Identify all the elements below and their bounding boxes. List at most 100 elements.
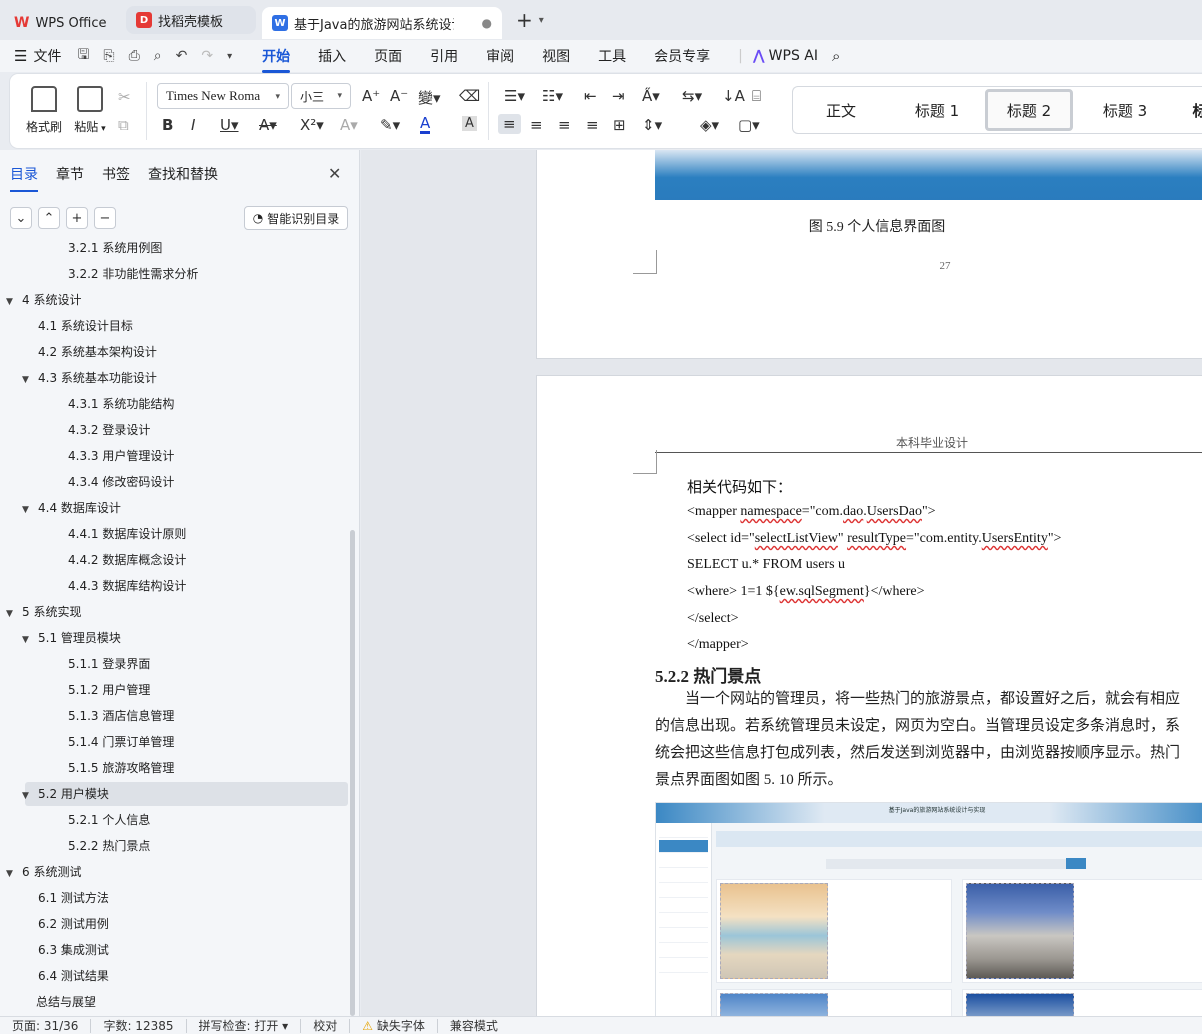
underline-icon[interactable]: U▾ <box>220 116 239 134</box>
toc-item[interactable]: ▼ 6 系统测试 <box>6 860 81 884</box>
tab-close-icon[interactable]: ● <box>482 16 492 30</box>
clear-format-icon[interactable]: ⌫ <box>459 87 480 105</box>
superscript-icon[interactable]: X²▾ <box>300 116 324 134</box>
copy-icon[interactable]: ⧉ <box>118 116 129 134</box>
toc-item[interactable]: 5.1.1 登录界面 <box>68 652 150 676</box>
paste-button[interactable]: 粘贴 ▾ <box>68 82 112 135</box>
toc-item[interactable]: 4.4.2 数据库概念设计 <box>68 548 186 572</box>
font-color-icon[interactable]: A <box>420 116 431 134</box>
char-spacing-icon[interactable]: A̋▾ <box>642 87 660 105</box>
toc-item[interactable]: 5.1.5 旅游攻略管理 <box>68 756 174 780</box>
toc-item[interactable]: ▼ 5.1 管理员模块 <box>22 626 121 650</box>
expand-arrow-icon[interactable]: ▼ <box>22 628 30 652</box>
collapse-down-icon[interactable]: ⌄ <box>10 207 32 229</box>
toc-item[interactable]: 4.4.3 数据库结构设计 <box>68 574 186 598</box>
toc-item[interactable]: 3.2.1 系统用例图 <box>68 238 162 260</box>
style-heading-2[interactable]: 标题 2 <box>985 89 1073 131</box>
toc-item[interactable]: 4.3.3 用户管理设计 <box>68 444 174 468</box>
shrink-font-icon[interactable]: A⁻ <box>390 87 408 105</box>
toc-item[interactable]: 6.4 测试结果 <box>38 964 109 988</box>
toc-item[interactable]: 5.1.4 门票订单管理 <box>68 730 174 754</box>
toc-item[interactable]: 4.3.1 系统功能结构 <box>68 392 174 416</box>
expand-arrow-icon[interactable]: ▼ <box>6 290 14 314</box>
toc-item[interactable]: 总结与展望 <box>36 990 96 1014</box>
status-word-count[interactable]: 字数: 12385 <box>91 1018 187 1033</box>
font-name-select[interactable]: Times New Roma ▾ <box>157 83 289 109</box>
toc-item[interactable]: ▼ 4.3 系统基本功能设计 <box>22 366 157 390</box>
search-icon[interactable]: ⌕ <box>832 47 840 65</box>
save-icon[interactable]: 🖫 <box>77 44 89 68</box>
menu-references[interactable]: 引用 <box>430 46 458 66</box>
tab-document[interactable]: W 基于Java的旅游网站系统设计与实现 ● <box>262 7 502 39</box>
toc-item[interactable]: 3.2.2 非功能性需求分析 <box>68 262 198 286</box>
font-size-select[interactable]: 小三 ▾ <box>291 83 351 109</box>
toc-item[interactable]: 4.1 系统设计目标 <box>38 314 133 338</box>
redo-icon[interactable]: ↷ <box>201 48 213 64</box>
align-right-icon[interactable]: ≡ <box>558 116 571 134</box>
border-icon[interactable]: ▢▾ <box>738 116 760 134</box>
style-heading-1[interactable]: 标题 1 <box>893 87 981 133</box>
style-heading-3[interactable]: 标题 3 <box>1085 87 1165 133</box>
phonetic-guide-icon[interactable]: 變▾ <box>418 87 441 108</box>
menu-member[interactable]: 会员专享 <box>654 46 710 66</box>
paragraph-shading-icon[interactable]: ◈▾ <box>700 116 719 134</box>
cut-icon[interactable]: ✂ <box>118 88 131 106</box>
undo-icon[interactable]: ↶ <box>176 48 188 64</box>
line-spacing-icon[interactable]: ⇕▾ <box>642 116 662 134</box>
expand-arrow-icon[interactable]: ▼ <box>22 368 30 392</box>
style-more[interactable]: 标 <box>1187 87 1202 133</box>
nav-tab-toc[interactable]: 目录 <box>10 164 38 192</box>
expand-arrow-icon[interactable]: ▼ <box>6 862 14 886</box>
toc-scrollbar[interactable] <box>350 530 355 1016</box>
toc-item[interactable]: 4.3.2 登录设计 <box>68 418 150 442</box>
align-left-icon[interactable]: ≡ <box>498 114 521 134</box>
new-tab-icon[interactable]: + <box>516 8 533 32</box>
menu-review[interactable]: 审阅 <box>486 46 514 66</box>
share-icon[interactable]: ⎘ <box>103 48 114 64</box>
menu-view[interactable]: 视图 <box>542 46 570 66</box>
style-normal[interactable]: 正文 <box>801 87 881 133</box>
expand-arrow-icon[interactable]: ▼ <box>22 784 30 808</box>
increase-indent-icon[interactable]: ⇥ <box>612 87 625 105</box>
distributed-icon[interactable]: ⊞ <box>613 116 626 134</box>
status-missing-font[interactable]: ⚠ 缺失字体 <box>350 1018 438 1033</box>
nav-tab-bookmarks[interactable]: 书签 <box>102 164 130 184</box>
remove-heading-icon[interactable]: − <box>94 207 116 229</box>
menu-wps-ai[interactable]: WPS AI <box>769 48 818 64</box>
menu-tools[interactable]: 工具 <box>598 46 626 66</box>
menu-insert[interactable]: 插入 <box>318 46 346 66</box>
nav-tab-chapters[interactable]: 章节 <box>56 164 84 184</box>
expand-arrow-icon[interactable]: ▼ <box>6 602 14 626</box>
toc-item[interactable]: 5.2.1 个人信息 <box>68 808 150 832</box>
hamburger-icon[interactable]: ☰ <box>14 47 27 65</box>
smart-toc-button[interactable]: ◔ 智能识别目录 <box>244 206 348 230</box>
align-center-icon[interactable]: ≡ <box>530 116 543 134</box>
toc-item[interactable]: 6.3 集成测试 <box>38 938 109 962</box>
bold-icon[interactable]: B <box>162 116 173 134</box>
show-marks-icon[interactable]: ⌸ <box>752 87 761 105</box>
menu-page[interactable]: 页面 <box>374 46 402 66</box>
toc-item[interactable]: 6.2 测试用例 <box>38 912 109 936</box>
menu-home[interactable]: 开始 <box>262 46 291 73</box>
print-icon[interactable]: ⎙ <box>129 48 140 64</box>
status-page[interactable]: 页面: 31/36 <box>0 1018 92 1033</box>
nav-tab-find-replace[interactable]: 查找和替换 <box>148 164 218 184</box>
toc-item[interactable]: 6.1 测试方法 <box>38 886 109 910</box>
add-heading-icon[interactable]: + <box>66 207 88 229</box>
italic-icon[interactable]: I <box>191 116 195 134</box>
highlight-icon[interactable]: ✎▾ <box>380 116 400 134</box>
decrease-indent-icon[interactable]: ⇤ <box>584 87 597 105</box>
close-icon[interactable]: ✕ <box>328 164 341 183</box>
text-direction-icon[interactable]: ⇆▾ <box>682 87 702 105</box>
toc-item[interactable]: ▼ 4 系统设计 <box>6 288 81 312</box>
tab-list-chevron-icon[interactable]: ▾ <box>539 15 544 26</box>
toc-item[interactable]: 5.2.2 热门景点 <box>68 834 150 858</box>
toc-item[interactable]: 5.1.2 用户管理 <box>68 678 150 702</box>
numbered-list-icon[interactable]: ☷▾ <box>542 87 563 105</box>
tab-wps-office[interactable]: W WPS Office <box>4 7 122 39</box>
collapse-up-icon[interactable]: ⌃ <box>38 207 60 229</box>
toc-item[interactable]: 4.2 系统基本架构设计 <box>38 340 157 364</box>
quick-access-chevron-icon[interactable]: ▾ <box>227 51 232 62</box>
text-effect-icon[interactable]: A▾ <box>340 116 358 134</box>
status-spell-check[interactable]: 拼写检查: 打开 ▾ <box>187 1018 302 1033</box>
